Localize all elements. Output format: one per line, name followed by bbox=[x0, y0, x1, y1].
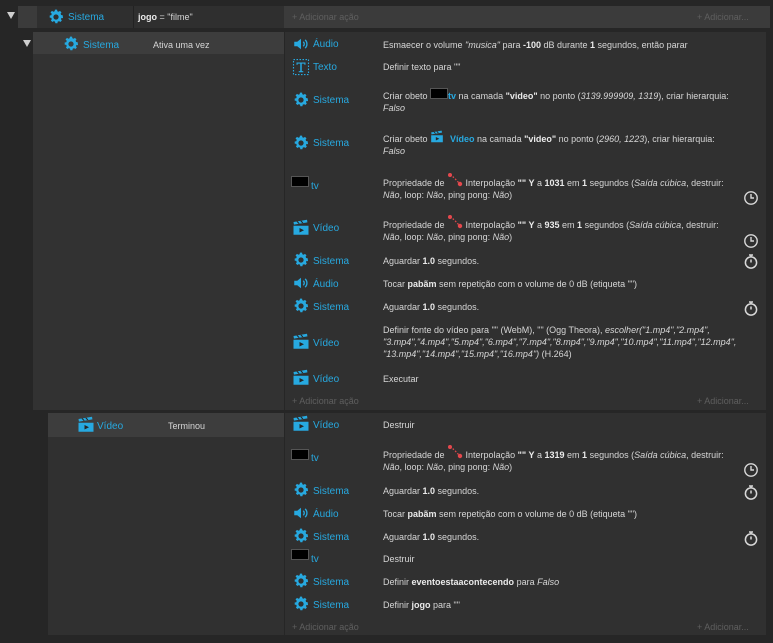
action-object: Vídeo bbox=[313, 223, 340, 234]
clapperboard-icon bbox=[292, 219, 310, 237]
add-more-link[interactable]: + Adicionar... bbox=[697, 396, 749, 406]
action-object: Sistema bbox=[313, 600, 350, 611]
action-object: Sistema bbox=[313, 138, 350, 149]
action-object: tv bbox=[311, 453, 319, 464]
action-text: Definir jogo para "" bbox=[383, 600, 460, 610]
sub2-condition-column bbox=[48, 413, 284, 635]
action-object: Texto bbox=[313, 62, 337, 73]
add-action-link[interactable]: + Adicionar ação bbox=[292, 622, 359, 632]
action-text: Executar bbox=[383, 374, 419, 384]
action-text: Propriedade de Interpolação "" Y a 935 e… bbox=[383, 219, 753, 243]
gear-icon bbox=[292, 134, 310, 152]
clapperboard-icon bbox=[77, 416, 95, 434]
gear-icon bbox=[292, 91, 310, 109]
top-event-condition-text: jogo = "filme" bbox=[138, 12, 193, 22]
action-text: Aguardar 1.0 segundos. bbox=[383, 302, 480, 312]
speaker-icon bbox=[292, 35, 310, 53]
collapse-arrow-icon[interactable] bbox=[23, 40, 31, 47]
add-more-link[interactable]: + Adicionar... bbox=[697, 622, 749, 632]
tv-thumbnail-icon bbox=[291, 176, 309, 187]
tween-icon bbox=[447, 214, 463, 230]
add-action-link[interactable]: + Adicionar ação bbox=[292, 12, 359, 22]
action-text: Tocar pabãm sem repetição com o volume d… bbox=[383, 509, 638, 519]
action-object: Sistema bbox=[313, 256, 350, 267]
action-text: Aguardar 1.0 segundos. bbox=[383, 532, 480, 542]
action-object: Sistema bbox=[313, 486, 350, 497]
action-text: Criar obeto tv na camada "video" no pont… bbox=[383, 88, 763, 114]
gear-icon bbox=[292, 572, 310, 590]
tv-thumbnail-icon bbox=[291, 549, 309, 560]
tween-icon bbox=[447, 444, 463, 460]
clock-icon bbox=[743, 462, 759, 478]
action-object: Áudio bbox=[313, 39, 339, 50]
action-text: Destruir bbox=[383, 554, 415, 564]
sub2-condition: Terminou bbox=[168, 421, 206, 431]
gear-icon bbox=[292, 595, 310, 613]
action-object: tv bbox=[311, 554, 319, 565]
action-text: Destruir bbox=[383, 420, 415, 430]
sub1-condition: Ativa uma vez bbox=[153, 40, 210, 50]
clapperboard-icon bbox=[430, 130, 444, 144]
speaker-icon bbox=[292, 504, 310, 522]
tween-icon bbox=[447, 172, 463, 188]
action-object: Vídeo bbox=[313, 374, 340, 385]
stopwatch-icon bbox=[743, 484, 759, 500]
clapperboard-icon bbox=[292, 369, 310, 387]
speaker-icon bbox=[292, 274, 310, 292]
action-object: Sistema bbox=[313, 95, 350, 106]
text-object-icon bbox=[292, 58, 310, 76]
collapse-arrow-icon[interactable] bbox=[7, 12, 15, 19]
sub2-object: Vídeo bbox=[97, 421, 124, 432]
action-text: Definir eventoestaacontecendo para Falso bbox=[383, 577, 560, 587]
sub2-actions-column bbox=[285, 413, 766, 635]
add-more-link[interactable]: + Adicionar... bbox=[697, 12, 749, 22]
action-object: Vídeo bbox=[313, 338, 340, 349]
tv-thumbnail-icon bbox=[291, 449, 309, 460]
top-event-object: Sistema bbox=[68, 12, 105, 23]
action-text: Aguardar 1.0 segundos. bbox=[383, 486, 480, 496]
action-text: Definir texto para "" bbox=[383, 62, 461, 72]
stopwatch-icon bbox=[743, 253, 759, 269]
action-text: Esmaecer o volume "musica" para -100 dB … bbox=[383, 40, 688, 50]
sub1-condition-column bbox=[33, 32, 284, 410]
action-text: Propriedade de Interpolação "" Y a 1031 … bbox=[383, 177, 753, 201]
tv-thumbnail-icon bbox=[430, 88, 449, 100]
gear-icon bbox=[292, 251, 310, 269]
action-object: Vídeo bbox=[313, 420, 340, 431]
gear-icon bbox=[292, 527, 310, 545]
gear-icon bbox=[47, 8, 65, 26]
action-text: Aguardar 1.0 segundos. bbox=[383, 256, 480, 266]
add-action-link[interactable]: + Adicionar ação bbox=[292, 396, 359, 406]
action-object: Áudio bbox=[313, 279, 339, 290]
stopwatch-icon bbox=[743, 300, 759, 316]
gear-icon bbox=[292, 297, 310, 315]
clock-icon bbox=[743, 233, 759, 249]
gear-icon bbox=[292, 481, 310, 499]
action-object: Sistema bbox=[313, 577, 350, 588]
sub1-object: Sistema bbox=[83, 40, 120, 51]
action-object: Áudio bbox=[313, 509, 339, 520]
clapperboard-icon bbox=[292, 333, 310, 351]
action-text: Definir fonte do vídeo para "" (WebM), "… bbox=[383, 325, 737, 359]
action-text: Propriedade de Interpolação "" Y a 1319 … bbox=[383, 449, 753, 473]
action-object: Sistema bbox=[313, 532, 350, 543]
action-text: Tocar pabãm sem repetição com o volume d… bbox=[383, 279, 638, 289]
action-text: Criar obeto Vídeo na camada "video" no p… bbox=[383, 133, 763, 157]
stopwatch-icon bbox=[743, 530, 759, 546]
clapperboard-icon bbox=[292, 415, 310, 433]
clock-icon bbox=[743, 190, 759, 206]
action-object: Sistema bbox=[313, 302, 350, 313]
gear-icon bbox=[62, 35, 80, 53]
action-object: tv bbox=[311, 181, 319, 192]
